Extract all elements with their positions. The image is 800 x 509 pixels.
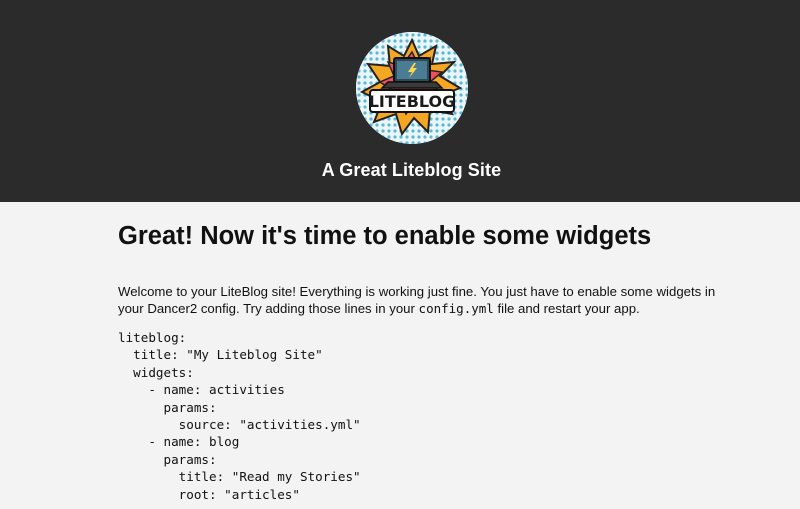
intro-text-after: file and restart your app. <box>493 301 640 316</box>
page-heading: Great! Now it's time to enable some widg… <box>118 222 652 250</box>
config-filename: config.yml <box>418 301 494 316</box>
config-line: params: <box>118 399 217 415</box>
config-line: params: <box>118 451 217 467</box>
site-header: LITEBLOG A Great Liteblog Site <box>0 0 800 202</box>
config-line: title: "My Liteblog Site" <box>118 347 323 363</box>
liteblog-logo-art: LITEBLOG <box>356 32 468 144</box>
config-code-block: liteblog: title: "My Liteblog Site" widg… <box>118 329 718 503</box>
config-line: title: "Read my Stories" <box>118 469 361 485</box>
liteblog-logo[interactable]: LITEBLOG <box>356 32 468 144</box>
config-line: - name: blog <box>118 434 240 450</box>
config-line: widgets: <box>118 364 194 380</box>
intro-paragraph: Welcome to your LiteBlog site! Everythin… <box>118 283 718 317</box>
config-line: liteblog: <box>118 330 187 345</box>
config-line: source: "activities.yml" <box>118 417 361 433</box>
config-line: - name: activities <box>118 382 285 398</box>
logo-wordmark: LITEBLOG <box>369 92 456 111</box>
main-content: Great! Now it's time to enable some widg… <box>118 220 718 503</box>
config-line: root: "articles" <box>118 486 300 502</box>
site-title[interactable]: A Great Liteblog Site <box>0 160 800 181</box>
